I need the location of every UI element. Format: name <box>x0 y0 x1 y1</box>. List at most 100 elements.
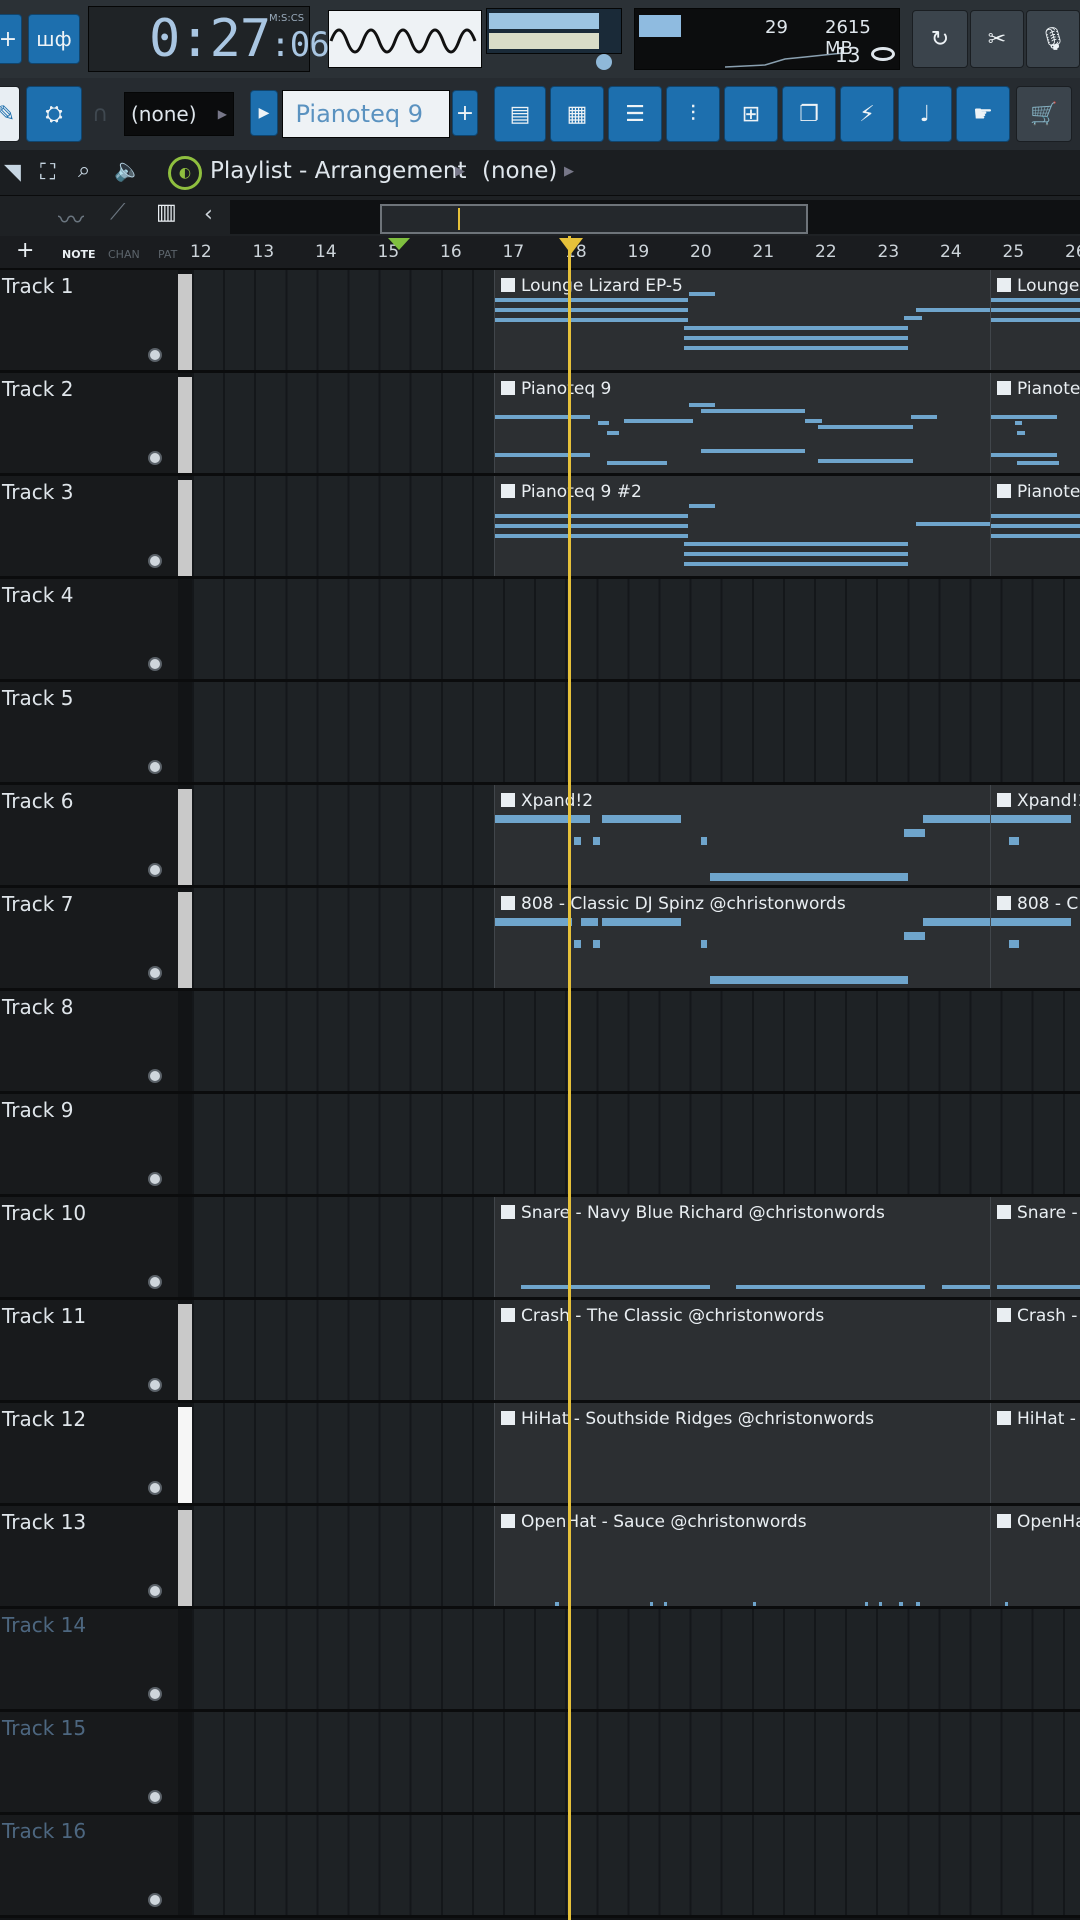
pattern-clip[interactable]: Xpand!2 <box>990 785 1080 885</box>
track-header[interactable]: Track 4 <box>0 579 178 679</box>
track-color-strip[interactable] <box>178 892 192 988</box>
pattern-clip[interactable]: Pianote <box>990 373 1080 473</box>
track-color-strip[interactable] <box>178 789 192 885</box>
track-mute-toggle[interactable] <box>148 1275 162 1289</box>
playlist-options-icon[interactable]: ◐ <box>168 156 202 190</box>
pattern-clip[interactable]: Lounge <box>990 270 1080 370</box>
loop-start-marker[interactable] <box>388 238 410 250</box>
instrument-select[interactable]: Pianoteq 9 <box>282 90 450 138</box>
cpu-memory-monitor[interactable]: 29 2615 MB 13 <box>634 8 900 70</box>
track-lane[interactable] <box>192 682 1080 782</box>
track-mute-toggle[interactable] <box>148 1584 162 1598</box>
track-row[interactable]: Track 16 <box>0 1815 1080 1918</box>
tools-button[interactable]: ☛ <box>956 86 1010 142</box>
track-mute-toggle[interactable] <box>148 1893 162 1907</box>
track-mute-toggle[interactable] <box>148 1378 162 1392</box>
track-header[interactable]: Track 1 <box>0 270 178 370</box>
pattern-clip[interactable]: Snare - <box>990 1197 1080 1297</box>
track-mute-toggle[interactable] <box>148 657 162 671</box>
track-header[interactable]: Track 10 <box>0 1197 178 1297</box>
instrument-add-button[interactable]: + <box>452 90 478 136</box>
pattern-clip[interactable]: OpenHa <box>990 1506 1080 1606</box>
piano-icon[interactable]: ▥ <box>156 200 177 225</box>
audio-clip-icon[interactable]: 〰 <box>58 200 84 237</box>
track-row[interactable]: Track 7 808 - Classic DJ Spinz @christonw… <box>0 888 1080 991</box>
track-header[interactable]: Track 2 <box>0 373 178 473</box>
track-row[interactable]: Track 9 <box>0 1094 1080 1197</box>
track-color-strip[interactable] <box>178 1407 192 1503</box>
track-mute-toggle[interactable] <box>148 1481 162 1495</box>
overview-viewport[interactable] <box>380 204 808 234</box>
track-mute-toggle[interactable] <box>148 1790 162 1804</box>
playlist-button[interactable]: ▤ <box>494 86 546 142</box>
undo-button[interactable]: ↻ <box>912 10 968 68</box>
speaker-icon[interactable]: 🔈 <box>114 158 141 183</box>
track-row[interactable]: Track 15 <box>0 1712 1080 1815</box>
track-lane[interactable] <box>192 1712 1080 1812</box>
track-header[interactable]: Track 13 <box>0 1506 178 1606</box>
track-header[interactable]: Track 8 <box>0 991 178 1091</box>
track-mute-toggle[interactable] <box>148 1687 162 1701</box>
track-mute-toggle[interactable] <box>148 760 162 774</box>
magnet-icon[interactable]: ∩ <box>92 102 108 127</box>
track-color-strip[interactable] <box>178 1510 192 1606</box>
track-lane[interactable] <box>192 579 1080 679</box>
mixer-button[interactable]: ⫶ <box>666 86 720 142</box>
track-row[interactable]: Track 2 Pianoteq 9 Pianote <box>0 373 1080 476</box>
playhead-marker[interactable] <box>559 238 583 254</box>
track-mute-toggle[interactable] <box>148 863 162 877</box>
add-track-button[interactable]: + <box>16 238 34 263</box>
track-row[interactable]: Track 5 <box>0 682 1080 785</box>
playhead-line[interactable] <box>568 236 571 1920</box>
track-header[interactable]: Track 11 <box>0 1300 178 1400</box>
track-row[interactable]: Track 4 <box>0 579 1080 682</box>
tab-pat[interactable]: PAT <box>158 248 177 261</box>
browser-button[interactable]: ⊞ <box>724 86 778 142</box>
tab-chan[interactable]: CHAN <box>108 248 140 261</box>
stamp-tool-button[interactable]: ⛭ <box>26 86 82 142</box>
track-row[interactable]: Track 8 <box>0 991 1080 1094</box>
time-display[interactable]: 0:27:06 M:S:CS <box>88 6 330 72</box>
arrow-icon[interactable]: ◥ <box>4 160 21 185</box>
step-edit-button[interactable]: ♩ <box>898 86 952 142</box>
track-header[interactable]: Track 12 <box>0 1403 178 1503</box>
oscilloscope-display[interactable] <box>328 10 482 68</box>
cut-tool-button[interactable]: ✂ <box>970 10 1024 68</box>
zoom-icon[interactable]: ⌕ <box>78 158 90 183</box>
plugin-database-button[interactable]: ⚡ <box>840 86 894 142</box>
track-row[interactable]: Track 1 Lounge Lizard EP-5 Lounge <box>0 270 1080 373</box>
pattern-select[interactable]: (none) ▶ <box>124 92 234 136</box>
track-header[interactable]: Track 9 <box>0 1094 178 1194</box>
track-row[interactable]: Track 11 Crash - The Classic @christonwor… <box>0 1300 1080 1403</box>
track-header[interactable]: Track 15 <box>0 1712 178 1812</box>
track-lane[interactable] <box>192 1815 1080 1915</box>
track-color-strip[interactable] <box>178 480 192 576</box>
channel-rack-button[interactable]: ☰ <box>608 86 662 142</box>
track-mute-toggle[interactable] <box>148 451 162 465</box>
templates-button[interactable]: ❐ <box>782 86 836 142</box>
track-color-strip[interactable] <box>178 1304 192 1400</box>
track-header[interactable]: Track 5 <box>0 682 178 782</box>
track-header[interactable]: Track 6 <box>0 785 178 885</box>
track-mute-toggle[interactable] <box>148 554 162 568</box>
timeline-ruler[interactable]: + NOTE CHAN PAT 12 13 14 15 16 17 18 19 20 21 22 23… <box>0 236 1080 270</box>
chevron-left-icon[interactable]: ‹ <box>204 202 213 227</box>
track-mute-toggle[interactable] <box>148 1172 162 1186</box>
track-row[interactable]: Track 12 HiHat - Southside Ridges @christ… <box>0 1403 1080 1506</box>
track-row[interactable]: Track 6 Xpand!2 Xpand!2 <box>0 785 1080 888</box>
tab-note[interactable]: NOTE <box>62 248 96 261</box>
track-lane[interactable] <box>192 1609 1080 1709</box>
track-color-strip[interactable] <box>178 274 192 370</box>
record-audio-button[interactable]: 🎙 <box>1026 10 1080 68</box>
pattern-clip[interactable]: Crash - <box>990 1300 1080 1400</box>
playlist-overview[interactable]: 〰 ⟋ ▥ ‹ <box>0 196 1080 236</box>
track-color-strip[interactable] <box>178 377 192 473</box>
track-mute-toggle[interactable] <box>148 966 162 980</box>
track-row[interactable]: Track 3 Pianoteq 9 #2 Pianote <box>0 476 1080 579</box>
track-header[interactable]: Track 14 <box>0 1609 178 1709</box>
pattern-song-toggle[interactable]: шф <box>28 14 80 64</box>
add-button[interactable]: + <box>0 14 22 64</box>
fullscreen-icon[interactable]: ⛶ <box>40 160 55 185</box>
automation-icon[interactable]: ⟋ <box>110 200 125 225</box>
track-row[interactable]: Track 13 OpenHat - Sauce @christonwords Op… <box>0 1506 1080 1609</box>
